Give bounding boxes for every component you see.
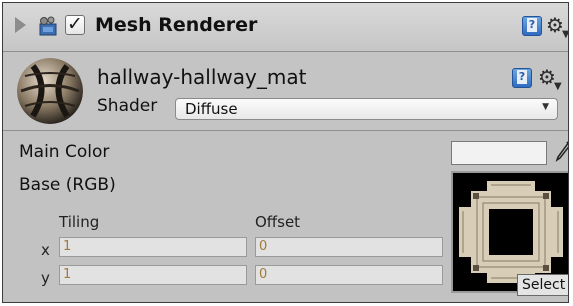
component-enabled-checkbox[interactable]: ✓	[65, 13, 85, 35]
offset-x-field[interactable]: 0	[255, 237, 443, 257]
tiling-label: Tiling	[59, 213, 100, 231]
gear-icon[interactable]: ⚙▼	[546, 15, 568, 40]
base-rgb-label: Base (RGB)	[19, 175, 116, 195]
material-help-icon[interactable]	[512, 68, 532, 88]
shader-dropdown-value: Diffuse	[185, 100, 238, 118]
main-color-field[interactable]	[451, 141, 547, 165]
material-name: hallway-hallway_mat	[97, 65, 307, 89]
component-header[interactable]: ✓ Mesh Renderer ⚙▼	[3, 3, 568, 52]
offset-y-field[interactable]: 0	[255, 265, 443, 285]
chevron-down-icon: ▼	[542, 102, 549, 112]
shader-dropdown[interactable]: Diffuse ▼	[175, 98, 558, 120]
component-title: Mesh Renderer	[95, 14, 258, 36]
foldout-arrow-icon[interactable]	[15, 17, 26, 33]
x-label: x	[41, 241, 50, 259]
checkmark-icon: ✓	[67, 13, 83, 35]
material-gear-icon[interactable]: ⚙▼	[538, 67, 564, 92]
offset-label: Offset	[255, 213, 301, 231]
tiling-x-field[interactable]: 1	[59, 237, 247, 257]
tiling-y-field[interactable]: 1	[59, 265, 247, 285]
inspector-panel: ✓ Mesh Renderer ⚙▼ hallway-hallway_mat ⚙…	[2, 2, 569, 303]
eyedropper-icon[interactable]	[554, 140, 569, 164]
help-icon[interactable]	[522, 16, 542, 36]
material-preview-sphere	[17, 58, 83, 124]
texture-select-button[interactable]: Select	[517, 274, 568, 296]
y-label: y	[41, 269, 50, 287]
mesh-renderer-icon	[39, 16, 57, 36]
material-section: hallway-hallway_mat ⚙▼ Shader Diffuse ▼	[3, 52, 568, 131]
main-color-label: Main Color	[19, 142, 110, 162]
shader-label: Shader	[97, 96, 158, 116]
